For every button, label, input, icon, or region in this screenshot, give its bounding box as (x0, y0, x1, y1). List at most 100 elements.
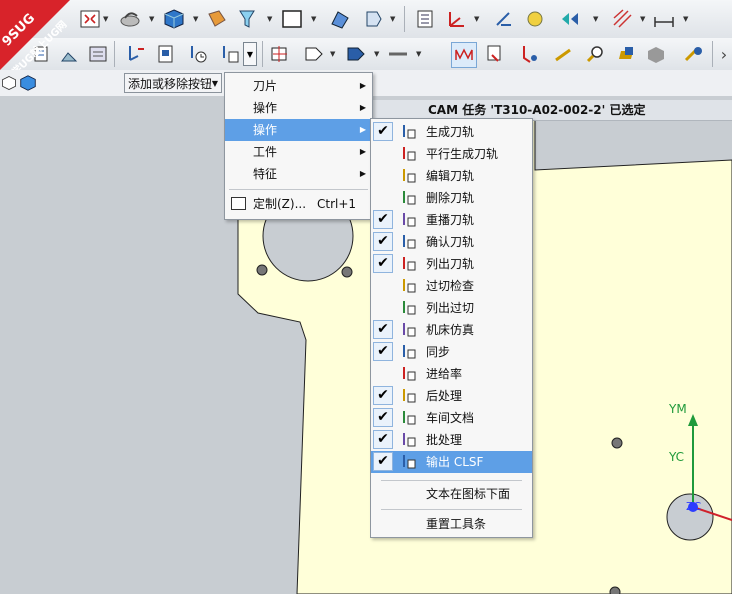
checkmark-icon[interactable]: ✔ (373, 342, 393, 361)
submenu-item[interactable]: 过切检查 (371, 275, 532, 297)
rectangle-view-icon[interactable] (280, 7, 304, 31)
layer-orange-icon[interactable] (205, 7, 229, 31)
measure-icon[interactable] (523, 7, 547, 31)
checkmark-icon[interactable]: ✔ (373, 430, 393, 449)
method-view-icon[interactable] (552, 42, 576, 66)
selection-filter-icon[interactable] (236, 7, 260, 31)
menu-item-blade[interactable]: 刀片 ▶ (225, 75, 372, 97)
submenu-item-label: 机床仿真 (426, 323, 475, 337)
delete-toolpath-icon (403, 191, 416, 205)
submenu-item[interactable]: ✔ 车间文档 (371, 407, 532, 429)
checkmark-icon[interactable]: ✔ (373, 452, 393, 471)
small-cube-blue-icon[interactable] (18, 71, 38, 95)
point-tool-icon[interactable] (492, 7, 516, 31)
submenu-item-label: 列出过切 (426, 301, 475, 315)
menu-item-operation[interactable]: 操作 ▶ (225, 97, 372, 119)
dropdown-arrow-icon[interactable]: ▼ (193, 12, 200, 26)
submenu-item[interactable]: ✔ 批处理 (371, 429, 532, 451)
submenu-item-label: 删除刀轨 (426, 191, 475, 205)
dropdown-arrow-icon[interactable]: ▼ (330, 47, 337, 61)
checkmark-icon[interactable]: ✔ (373, 232, 393, 251)
dropdown-arrow-icon[interactable]: ▼ (149, 12, 156, 26)
generate-toolpath-icon[interactable] (124, 42, 148, 66)
checkmark-icon[interactable]: ✔ (373, 254, 393, 273)
toolbar-options-button[interactable]: ▼ (243, 42, 257, 66)
edit-toolpath-icon (403, 169, 416, 183)
submenu-item[interactable]: 列出过切 (371, 297, 532, 319)
operation-icon[interactable] (328, 7, 352, 31)
output-clsf-icon (403, 455, 416, 469)
hatch-icon[interactable] (610, 7, 634, 31)
menu-item-reset-toolbar[interactable]: 重置工具条 (371, 513, 532, 535)
submenu-item[interactable]: ✔ 同步 (371, 341, 532, 363)
geometry-icon[interactable] (362, 7, 386, 31)
dropdown-arrow-icon[interactable]: ▼ (267, 12, 274, 26)
menu-item-feature[interactable]: 特征 ▶ (225, 163, 372, 185)
submenu-item[interactable]: ✔ 生成刀轨 (371, 121, 532, 143)
flag-shape-icon[interactable] (344, 42, 368, 66)
list-toolpath-icon (403, 257, 416, 271)
checkmark-icon[interactable]: ✔ (373, 408, 393, 427)
submenu-item[interactable]: ✔ 后处理 (371, 385, 532, 407)
add-remove-buttons-dropdown[interactable]: 添加或移除按钮 ▼ (124, 73, 222, 93)
submenu-item[interactable]: ✔ 确认刀轨 (371, 231, 532, 253)
add-remove-label: 添加或移除按钮 (128, 77, 213, 91)
checkmark-icon[interactable]: ✔ (373, 386, 393, 405)
magnify-icon[interactable] (584, 42, 608, 66)
small-cube-outline-icon[interactable] (0, 71, 18, 95)
gouge-point-icon[interactable] (268, 42, 292, 66)
shaded-cube-icon[interactable] (162, 7, 186, 31)
dropdown-arrow-icon[interactable]: ▼ (593, 12, 600, 26)
submenu-item[interactable]: ✔ 重播刀轨 (371, 209, 532, 231)
fit-view-icon[interactable] (78, 7, 102, 31)
checkmark-icon[interactable]: ✔ (373, 122, 393, 141)
submenu-item-label: 重播刀轨 (426, 213, 475, 227)
geometry-view-icon[interactable] (614, 42, 638, 66)
menu-item-customize[interactable]: 定制(Z)... Ctrl+1 (225, 193, 372, 215)
submenu-item[interactable]: 编辑刀轨 (371, 165, 532, 187)
dropdown-arrow-icon[interactable]: ▼ (474, 12, 481, 26)
dropdown-arrow-icon[interactable]: ▼ (390, 12, 397, 26)
program-view-icon[interactable] (483, 42, 507, 66)
direction-icon[interactable] (558, 7, 582, 31)
create-geometry-icon[interactable] (86, 42, 110, 66)
submenu-item[interactable]: ✔ 输出 CLSF (371, 451, 532, 473)
dropdown-arrow-icon[interactable]: ▼ (683, 12, 690, 26)
arrow-shape-icon[interactable] (302, 42, 326, 66)
submenu-item-label: 平行生成刀轨 (426, 147, 499, 161)
toolpath-display-icon[interactable] (451, 42, 477, 68)
checkmark-icon[interactable]: ✔ (373, 210, 393, 229)
batch-process-icon[interactable] (186, 42, 210, 66)
tool-axis-icon[interactable] (386, 42, 410, 66)
more-chevron-icon[interactable]: › (716, 42, 732, 66)
menu-item-workpiece[interactable]: 工件 ▶ (225, 141, 372, 163)
submenu-item[interactable]: ✔ 机床仿真 (371, 319, 532, 341)
menu-item-operation-active[interactable]: 操作 ▶ (225, 119, 372, 141)
dropdown-arrow-icon[interactable]: ▼ (311, 12, 318, 26)
replay-toolpath-icon (403, 213, 416, 227)
dropdown-arrow-icon[interactable]: ▼ (103, 12, 110, 26)
csys-icon[interactable] (445, 7, 469, 31)
shop-docs-icon[interactable] (154, 42, 178, 66)
dropdown-arrow-icon[interactable]: ▼ (640, 12, 647, 26)
chevron-down-icon: ▼ (211, 79, 218, 88)
list-icon[interactable] (413, 7, 437, 31)
dropdown-arrow-icon[interactable]: ▼ (416, 47, 423, 61)
submenu-item[interactable]: 删除刀轨 (371, 187, 532, 209)
workpiece-icon[interactable] (682, 42, 706, 66)
generate-toolpath-icon (403, 125, 416, 139)
blank-icon[interactable] (644, 42, 668, 66)
rotate-view-icon[interactable] (118, 7, 142, 31)
machine-view-icon[interactable] (518, 42, 542, 66)
submenu-item[interactable]: ✔ 列出刀轨 (371, 253, 532, 275)
output-clsf-icon[interactable] (218, 42, 242, 66)
submenu-item[interactable]: 进给率 (371, 363, 532, 385)
menu-item-text-below-icon[interactable]: 文本在图标下面 (371, 483, 532, 505)
submenu-item-label: 进给率 (426, 367, 463, 381)
submenu-item[interactable]: 平行生成刀轨 (371, 143, 532, 165)
chevron-right-icon: ▶ (359, 125, 366, 134)
dropdown-arrow-icon[interactable]: ▼ (374, 47, 381, 61)
dimension-icon[interactable] (652, 7, 676, 31)
checkmark-icon[interactable]: ✔ (373, 320, 393, 339)
main-toolbar: ▼ ▼ ▼ ▼ ▼ ▼ ▼ ▼ ▼ ▼ (0, 0, 732, 39)
